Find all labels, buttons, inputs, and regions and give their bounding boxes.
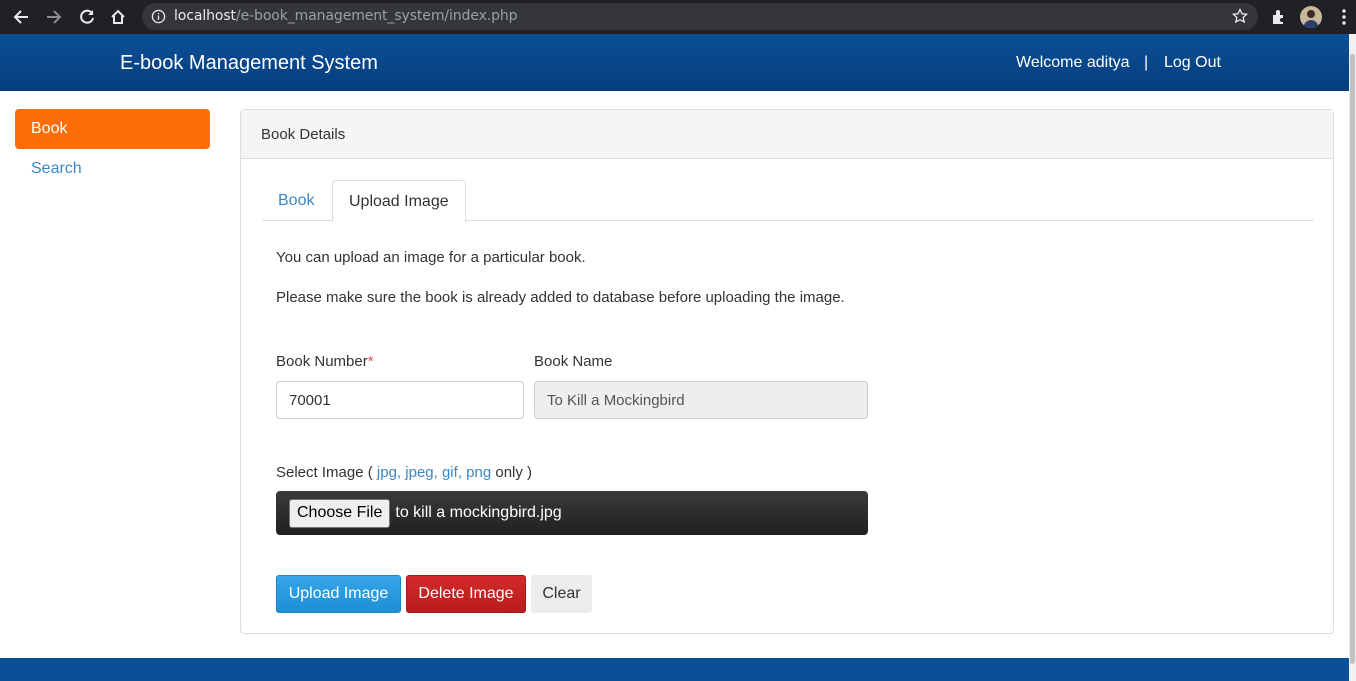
select-image-label: Select Image ( jpg, jpeg, gif, png only … [276, 464, 533, 481]
ext-jpeg: jpeg [405, 464, 434, 481]
forward-icon[interactable] [43, 6, 65, 28]
home-icon[interactable] [107, 6, 129, 28]
browser-toolbar: localhost/e-book_management_system/index… [0, 0, 1356, 34]
menu-kebab-icon[interactable] [1333, 6, 1355, 28]
selected-file-name: to kill a mockingbird.jpg [395, 504, 562, 521]
bookmark-star-icon[interactable] [1231, 7, 1249, 29]
scrollbar-thumb[interactable] [1350, 54, 1355, 664]
header-separator: | [1144, 54, 1149, 71]
upload-image-button[interactable]: Upload Image [276, 575, 401, 613]
brand-title[interactable]: E-book Management System [120, 52, 378, 75]
file-input[interactable]: Choose File to kill a mockingbird.jpg [276, 491, 868, 535]
book-name-label: Book Name [534, 353, 613, 370]
address-bar[interactable]: localhost/e-book_management_system/index… [142, 3, 1258, 30]
book-name-field: To Kill a Mockingbird [534, 381, 868, 419]
extensions-icon[interactable] [1268, 6, 1290, 28]
welcome-text: Welcome aditya [1016, 54, 1130, 71]
profile-avatar-icon[interactable] [1300, 6, 1322, 28]
clear-button[interactable]: Clear [531, 575, 592, 613]
tab-bar: Book Upload Image [262, 180, 1314, 222]
ext-gif: gif [441, 464, 458, 481]
tab-upload-image[interactable]: Upload Image [332, 180, 466, 222]
ext-jpg: jpg [376, 464, 397, 481]
logout-link[interactable]: Log Out [1164, 54, 1221, 72]
reload-icon[interactable] [76, 6, 98, 28]
book-number-input[interactable]: 70001 [276, 381, 524, 419]
panel-title: Book Details [241, 110, 1333, 159]
url-text: localhost/e-book_management_system/index… [174, 8, 518, 24]
sidebar-item-book[interactable]: Book [15, 109, 210, 149]
app-header: E-book Management System Welcome aditya … [0, 34, 1349, 91]
delete-image-button[interactable]: Delete Image [406, 575, 526, 613]
page-scrollbar[interactable] [1349, 34, 1356, 681]
book-details-panel: Book Details Book Upload Image You can u… [240, 109, 1334, 634]
required-mark: * [367, 353, 374, 370]
tab-book[interactable]: Book [262, 180, 330, 221]
choose-file-button[interactable]: Choose File [289, 498, 391, 528]
site-info-icon[interactable] [151, 9, 166, 29]
info-text: Please make sure the book is already add… [276, 289, 845, 306]
app-footer [0, 658, 1349, 681]
sidebar-item-search[interactable]: Search [15, 149, 210, 189]
info-text: You can upload an image for a particular… [276, 249, 586, 266]
book-number-label: Book Number* [276, 353, 374, 370]
back-icon[interactable] [10, 6, 32, 28]
ext-png: png [466, 464, 492, 481]
